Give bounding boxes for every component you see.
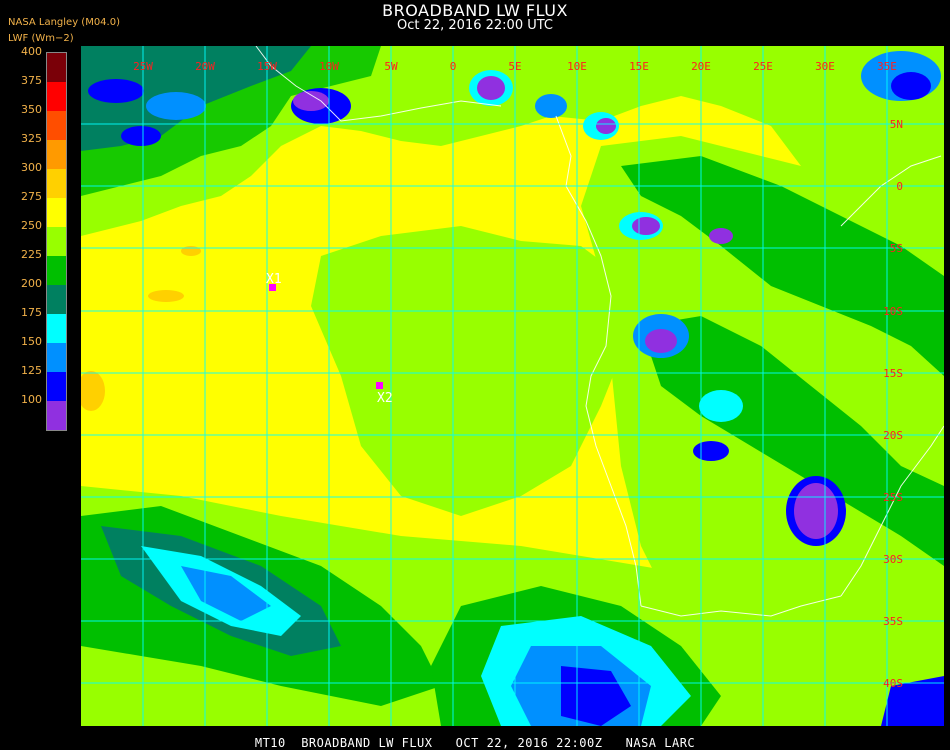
marker-x1-label: X1 [266, 272, 282, 287]
lon-label: 15E [629, 60, 649, 73]
legend-swatch [47, 343, 66, 372]
legend-label: 200 [21, 277, 42, 290]
legend-label: 400 [21, 45, 42, 58]
legend-label: 150 [21, 335, 42, 348]
lat-label: 15S [883, 367, 903, 380]
lon-label: 15W [257, 60, 277, 73]
legend-swatch [47, 111, 66, 140]
lon-label: 10E [567, 60, 587, 73]
legend-label: 250 [21, 219, 42, 232]
lat-label: 40S [883, 677, 903, 690]
legend-label: 375 [21, 74, 42, 87]
lat-label: 25S [883, 491, 903, 504]
agency-label: NASA Langley (M04.0) [8, 17, 120, 28]
marker-x2[interactable] [376, 382, 383, 389]
legend-label: 100 [21, 393, 42, 406]
lon-label: 20E [691, 60, 711, 73]
lat-label: 20S [883, 429, 903, 442]
legend-swatch [47, 285, 66, 314]
legend-swatch [47, 198, 66, 227]
legend-label: 175 [21, 306, 42, 319]
units-label: LWF (Wm−2) [8, 33, 74, 44]
lon-label: 20W [195, 60, 215, 73]
map-datetime: Oct 22, 2016 22:00 UTC [397, 18, 553, 33]
lat-label: 10S [883, 305, 903, 318]
lat-label: 30S [883, 553, 903, 566]
lon-label: 5W [384, 60, 398, 73]
lon-label: 25E [753, 60, 773, 73]
lon-label: 0 [450, 60, 457, 73]
lon-label: 35E [877, 60, 897, 73]
lat-label: 5N [890, 118, 903, 131]
lat-label: 35S [883, 615, 903, 628]
legend-swatch [47, 53, 66, 82]
lon-label: 25W [133, 60, 153, 73]
legend-swatch [47, 82, 66, 111]
legend-swatch [47, 372, 66, 401]
legend-label: 225 [21, 248, 42, 261]
flux-map: 25W 20W 15W 10W 5W 0 5E 10E 15E 20E 25E … [81, 46, 944, 726]
legend-swatch [47, 314, 66, 343]
legend-label: 275 [21, 190, 42, 203]
lat-label: 0 [896, 180, 903, 193]
legend-label: 125 [21, 364, 42, 377]
lon-label: 5E [508, 60, 521, 73]
legend-swatch [47, 401, 66, 430]
footer-caption: MT10 BROADBAND LW FLUX OCT 22, 2016 22:0… [254, 736, 696, 750]
marker-x2-label: X2 [377, 391, 393, 406]
legend-label: 300 [21, 161, 42, 174]
lon-label: 30E [815, 60, 835, 73]
legend-swatch [47, 169, 66, 198]
legend-swatch [47, 227, 66, 256]
legend-label: 325 [21, 132, 42, 145]
lat-label: 5S [890, 242, 903, 255]
legend-swatch [47, 140, 66, 169]
lon-label: 10W [319, 60, 339, 73]
color-legend [46, 52, 67, 431]
legend-label: 350 [21, 103, 42, 116]
legend-swatch [47, 256, 66, 285]
